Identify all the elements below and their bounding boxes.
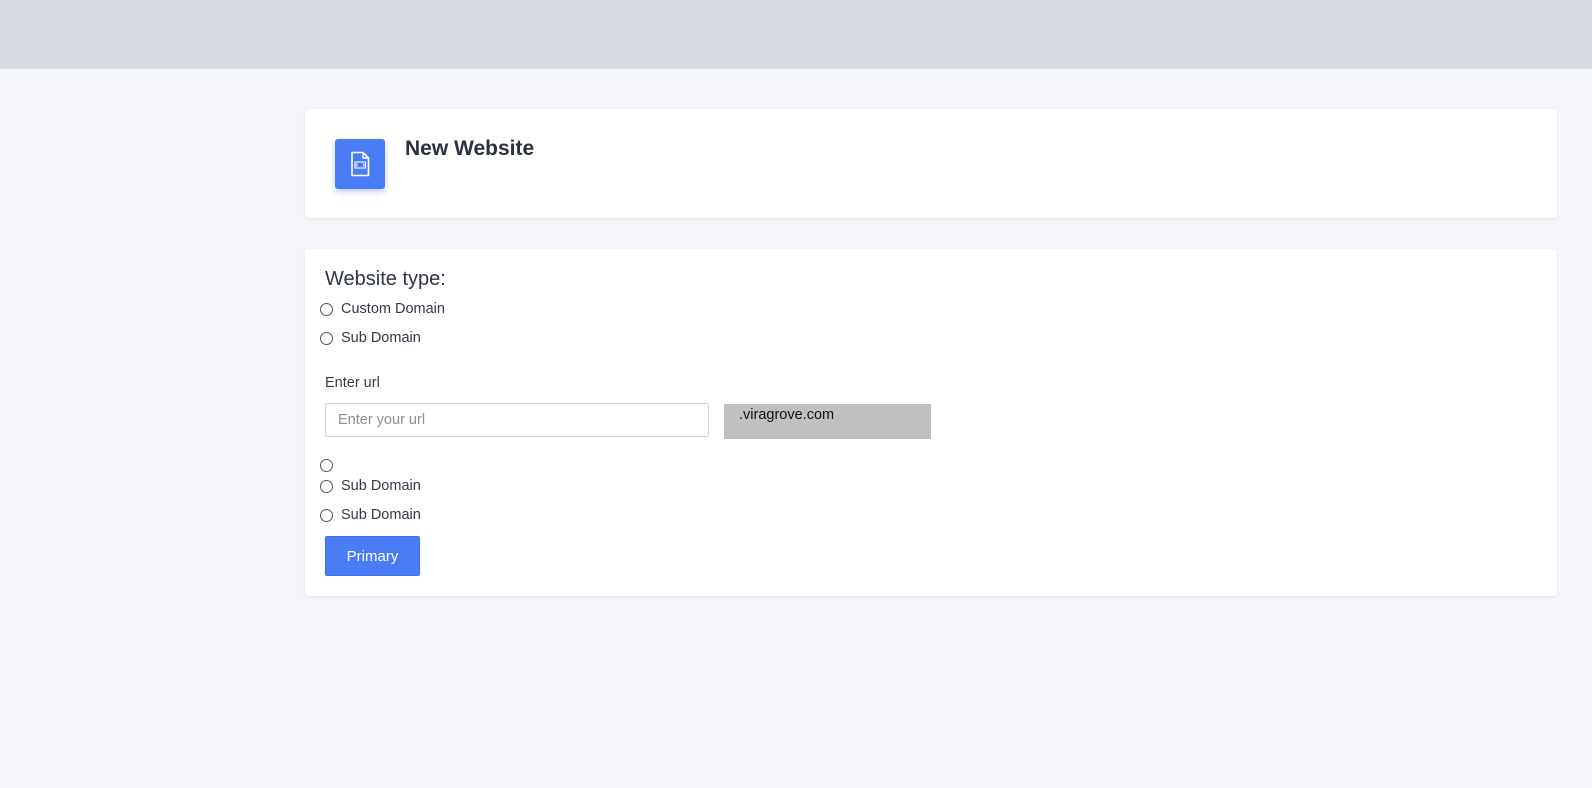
- radio-button[interactable]: [320, 479, 333, 493]
- radio-label: Sub Domain: [341, 478, 421, 494]
- radio-custom-domain[interactable]: Custom Domain: [320, 299, 445, 319]
- radio-label: Sub Domain: [341, 507, 421, 523]
- radio-button[interactable]: [320, 508, 333, 522]
- domain-suffix: .viragrove.com: [724, 404, 931, 439]
- radio-label: Custom Domain: [341, 301, 445, 317]
- website-form: Website type: Custom Domain Sub Domain E…: [305, 249, 1557, 596]
- html-file-icon: [335, 139, 385, 189]
- page-header-card: New Website: [305, 109, 1557, 218]
- url-input[interactable]: [325, 403, 709, 437]
- radio-button[interactable]: [320, 458, 333, 472]
- primary-button[interactable]: Primary: [325, 536, 420, 576]
- website-type-label: Website type:: [325, 268, 446, 290]
- radio-sub-domain[interactable]: Sub Domain: [320, 328, 421, 348]
- radio-sub-domain-2[interactable]: Sub Domain: [320, 476, 421, 496]
- radio-label: Sub Domain: [341, 330, 421, 346]
- radio-button[interactable]: [320, 302, 333, 316]
- radio-button[interactable]: [320, 331, 333, 345]
- url-field-label: Enter url: [325, 375, 380, 391]
- radio-unlabeled[interactable]: [320, 455, 341, 475]
- page-title: New Website: [405, 137, 535, 160]
- top-bar: [0, 0, 1592, 69]
- radio-sub-domain-3[interactable]: Sub Domain: [320, 505, 421, 525]
